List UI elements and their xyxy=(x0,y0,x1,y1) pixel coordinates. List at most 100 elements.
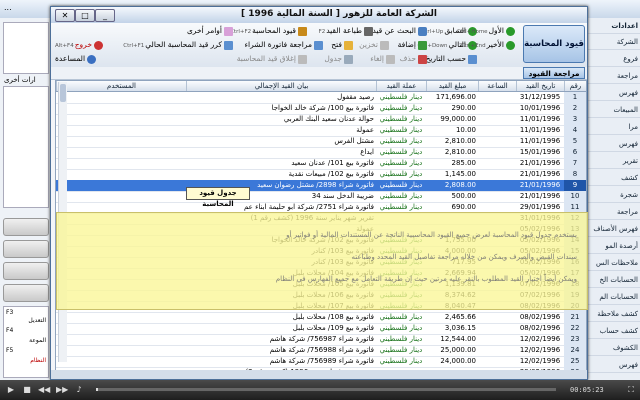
right-panel-item[interactable]: أرصدة المو xyxy=(585,238,640,254)
scrollbar-thumb[interactable] xyxy=(60,84,66,102)
table-cell-time xyxy=(478,334,516,345)
delete-button[interactable]: حذف xyxy=(398,53,429,65)
background-left-button[interactable] xyxy=(3,218,49,236)
shortcut-key: F3 xyxy=(6,309,14,316)
background-left-button[interactable] xyxy=(3,284,49,302)
calendar-icon xyxy=(468,54,477,64)
right-panel-item[interactable]: كشف xyxy=(585,170,640,186)
invoice-icon xyxy=(314,40,323,50)
undo-icon xyxy=(386,54,395,64)
column-header[interactable]: الساعة xyxy=(478,81,516,91)
column-header[interactable]: رقم القيد xyxy=(564,81,586,100)
rewind-icon[interactable]: ◀◀ xyxy=(38,385,50,395)
exit-button[interactable]: Alt+F4خروج xyxy=(53,39,105,51)
column-header[interactable]: عملة القيد xyxy=(376,81,426,91)
progress-track[interactable] xyxy=(96,388,556,391)
right-panel-item[interactable]: ملاحظات الس xyxy=(585,255,640,271)
window-title: الشركة العامة للزهور [ السنة المالية 199… xyxy=(241,9,437,19)
table-cell-date: 12/02/1996 xyxy=(519,357,561,365)
right-panel-item[interactable]: فهرس xyxy=(585,85,640,101)
print-entry-button[interactable]: F2طباعة القيد xyxy=(317,25,375,37)
printer-icon xyxy=(364,26,373,36)
right-panel-item[interactable]: كشف حساب xyxy=(585,323,640,339)
window-title-bar[interactable]: الشركة العامة للزهور [ السنة المالية 199… xyxy=(51,7,587,24)
right-panel-item[interactable]: شجرة xyxy=(585,187,640,203)
journal-button[interactable]: Ctrl+F2قيود المحاسبة xyxy=(228,25,309,37)
background-left-button[interactable] xyxy=(3,262,49,280)
right-panel-item[interactable]: فهرس الأصناف xyxy=(585,221,640,237)
background-left-shortcuts: F3 التعديل F4 الموعة F5 النظام xyxy=(3,306,49,378)
save-button[interactable]: تخزين xyxy=(357,39,391,51)
column-header[interactable]: بيان القيد الإجمالي xyxy=(186,81,376,91)
table-cell-num: 3 xyxy=(564,114,586,125)
table-cell-user xyxy=(56,191,186,202)
cancel-button[interactable]: إلغاء xyxy=(368,53,397,65)
table-cell-user xyxy=(56,334,186,345)
table-cell-num: 22 xyxy=(564,323,586,334)
background-left-list[interactable] xyxy=(3,86,49,208)
table-cell-currency: دينار فلسطيني xyxy=(379,148,423,156)
right-panel-item[interactable]: الحسابات الخ xyxy=(585,272,640,288)
table-cell-currency: دينار فلسطيني xyxy=(379,357,423,365)
other-commands-button[interactable]: أوامر أخرى xyxy=(185,25,235,37)
table-cell-amount: 10.00 xyxy=(455,126,476,134)
help-button[interactable]: المساعدة xyxy=(53,53,98,65)
right-panel-item[interactable]: الكشوف xyxy=(585,340,640,356)
close-entry-button[interactable]: إغلاق قيد المحاسبة xyxy=(235,53,309,65)
search-entry-button[interactable]: البحث عن قيد xyxy=(370,25,429,37)
right-panel-item[interactable]: مرا xyxy=(585,119,640,135)
repeat-entry-button[interactable]: Ctrl+F1كرر قيد المحاسبة الحالي xyxy=(121,39,235,51)
table-cell-date: 08/02/1996 xyxy=(519,324,561,332)
right-panel-item[interactable]: فهرس xyxy=(585,136,640,152)
table-cell-amount: 171,696.00 xyxy=(435,93,476,101)
window-status-bar xyxy=(51,370,587,379)
table-cell-amount: 2,465.66 xyxy=(444,313,476,321)
open-button[interactable]: فتح xyxy=(329,39,355,51)
table-cell-desc: فاتورة شراء 756987/ شركة هاشم xyxy=(269,335,374,343)
right-panel-item[interactable]: كشف ملاحظة xyxy=(585,306,640,322)
right-panel-item[interactable]: الحسابات الم xyxy=(585,289,640,305)
table-cell-user xyxy=(56,103,186,114)
maximize-button[interactable]: □ xyxy=(75,9,95,22)
table-cell-amount: 2,810.00 xyxy=(444,137,476,145)
table-cell-num: 9 xyxy=(564,180,586,191)
table-cell-currency: دينار فلسطيني xyxy=(379,115,423,123)
table-cell-desc: حوالة عدنان سعيد البنك العربي xyxy=(283,115,374,123)
last-button[interactable]: Ctrl+Endالأخير xyxy=(459,39,517,51)
play-icon[interactable]: ▶ xyxy=(6,385,16,395)
right-panel-item[interactable]: فروع xyxy=(585,51,640,67)
table-cell-date: 11/01/1996 xyxy=(519,126,561,134)
stop-icon[interactable]: ■ xyxy=(22,385,32,395)
column-header[interactable]: مبلغ القيد xyxy=(426,81,478,91)
first-button[interactable]: Ctrl+Homeالأول xyxy=(455,25,517,37)
minimize-button[interactable]: _ xyxy=(95,9,115,22)
right-panel-item[interactable]: تقرير xyxy=(585,153,640,169)
table-cell-currency: دينار فلسطيني xyxy=(379,335,423,343)
right-panel-item[interactable]: مراجعة xyxy=(585,68,640,84)
close-button[interactable]: ✕ xyxy=(55,9,75,22)
review-purchase-button[interactable]: مراجعة فاتورة الشراء xyxy=(243,39,325,51)
right-panel-item[interactable]: الشركة xyxy=(585,34,640,50)
minimize-icon: _ xyxy=(103,11,107,20)
background-right-panel: اعدادات الشركة فروع مراجعة فهرس المبيعات مرا ف… xyxy=(584,18,640,380)
background-left-panel: ارات أخرى F3 التعديل F4 الموعة F5 النظام xyxy=(0,18,51,380)
column-header[interactable]: تاريخ القيد xyxy=(516,81,564,91)
journal-entries-big-button[interactable]: قيود المحاسبة xyxy=(523,25,585,63)
column-header[interactable]: المستخدم xyxy=(56,81,186,91)
add-button[interactable]: إضافة xyxy=(396,39,429,51)
table-cell-currency: دينار فلسطيني xyxy=(379,159,423,167)
table-icon xyxy=(344,54,353,64)
table-cell-user xyxy=(56,356,186,367)
right-panel-item[interactable]: مراجعة xyxy=(585,204,640,220)
volume-icon[interactable]: ♪ xyxy=(74,385,84,395)
forward-icon[interactable]: ▶▶ xyxy=(56,385,68,395)
table-cell-desc: فاتورة بيع 102/ مبيعات نقدية xyxy=(288,170,374,178)
table-button[interactable]: جدول xyxy=(322,53,355,65)
review-entries-button[interactable]: مراجعة القيود xyxy=(523,67,585,79)
right-panel-item[interactable]: المبيعات xyxy=(585,102,640,118)
right-panel-item[interactable]: فهرس xyxy=(585,357,640,373)
table-cell-date: 10/01/1996 xyxy=(519,104,561,112)
background-left-button[interactable] xyxy=(3,240,49,258)
fullscreen-icon[interactable]: ⛶ xyxy=(626,385,636,395)
playback-time: 00:05:23 xyxy=(570,386,604,394)
